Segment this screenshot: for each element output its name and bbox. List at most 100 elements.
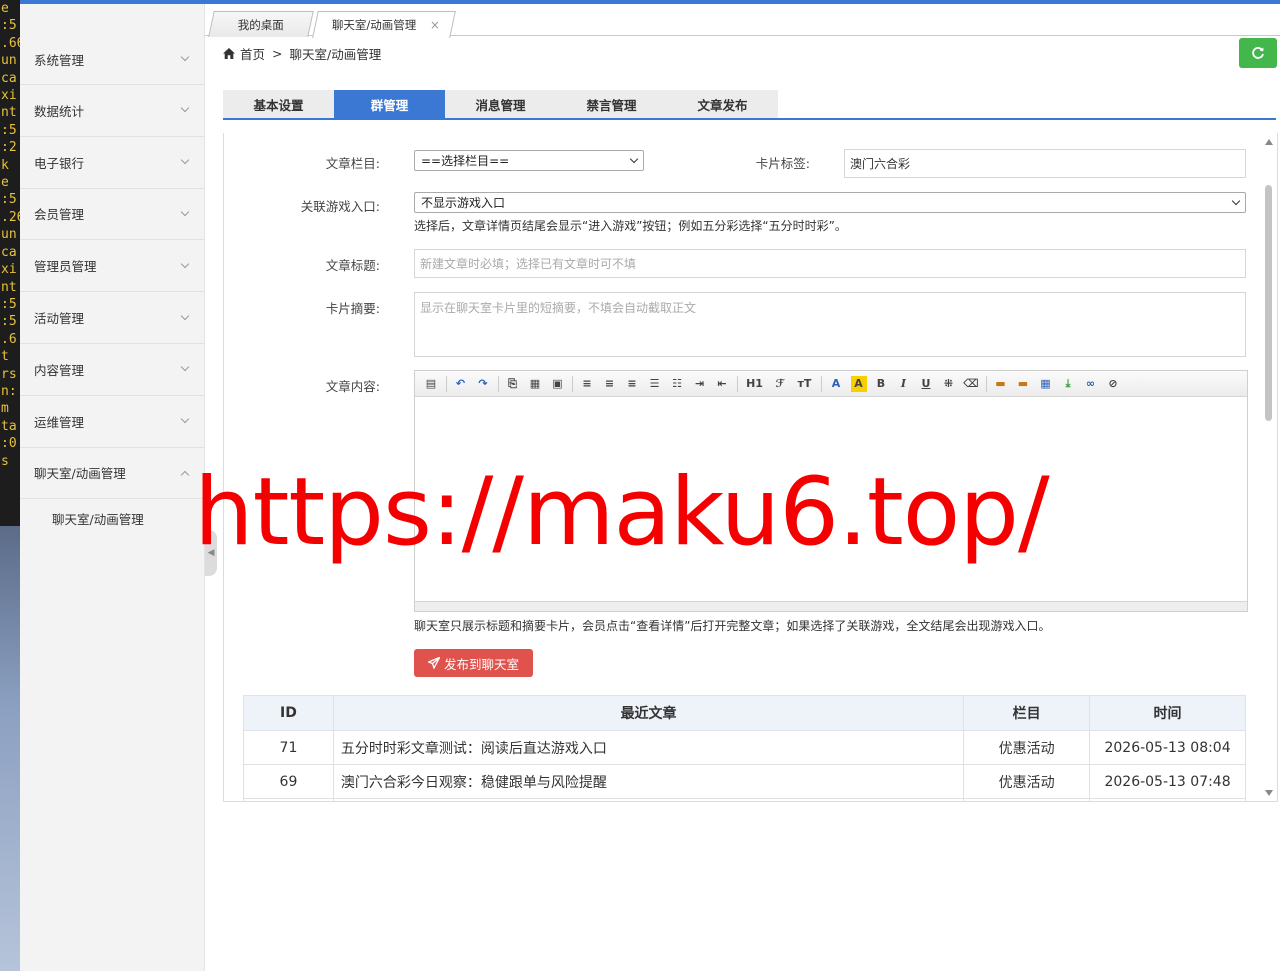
table-row[interactable] xyxy=(243,798,1246,801)
ordered-list-icon[interactable]: ☰ xyxy=(647,376,663,392)
chevron-down-icon xyxy=(629,154,639,163)
game-entry-label: 关联游戏入口: xyxy=(300,199,380,214)
scrollbar[interactable] xyxy=(1261,133,1277,801)
cell-title: 五分时时彩文章测试：阅读后直达游戏入口 xyxy=(332,730,965,765)
terminal-line: .26 xyxy=(1,209,20,225)
preview-icon[interactable]: ⎘ xyxy=(505,376,521,392)
bold-icon[interactable]: B xyxy=(873,376,889,392)
chevron-down-icon xyxy=(180,155,190,165)
tab-basic-settings[interactable]: 基本设置 xyxy=(223,90,334,118)
tab-message-management[interactable]: 消息管理 xyxy=(445,90,556,118)
clear-format-icon[interactable]: ⌫ xyxy=(963,376,979,392)
heading-icon[interactable]: H1 xyxy=(744,376,766,392)
sidebar-item-ops[interactable]: 运维管理 xyxy=(20,396,204,448)
terminal-line: ca xyxy=(1,70,17,86)
terminal-line: ca xyxy=(1,244,17,260)
sidebar-item-statistics[interactable]: 数据统计 xyxy=(20,85,204,137)
sidebar-item-activities[interactable]: 活动管理 xyxy=(20,292,204,344)
desktop-background xyxy=(0,526,20,971)
table-row[interactable]: 71 五分时时彩文章测试：阅读后直达游戏入口 优惠活动 2026-05-13 0… xyxy=(243,730,1246,765)
terminal-line: xi xyxy=(1,88,17,104)
editor-resize-bar[interactable] xyxy=(415,601,1247,611)
sidebar-item-members[interactable]: 会员管理 xyxy=(20,189,204,241)
redo-icon[interactable]: ↷ xyxy=(475,376,491,392)
align-right-icon[interactable]: ≡ xyxy=(624,376,640,392)
terminal-line: e xyxy=(1,175,9,191)
align-left-icon[interactable]: ≡ xyxy=(579,376,595,392)
toolbar-divider xyxy=(572,375,573,392)
scroll-down-arrow-icon[interactable] xyxy=(1265,790,1273,796)
insert-image-icon[interactable]: ▬ xyxy=(993,376,1009,392)
chevron-down-icon xyxy=(180,363,190,372)
sidebar-item-system[interactable]: 系统管理 xyxy=(20,4,204,85)
section-tabs: 基本设置 群管理 消息管理 禁言管理 文章发布 xyxy=(223,90,1276,120)
background-terminal: e:5.66uncaxint:5:2ke:5.26uncaxint:5:5.6t… xyxy=(0,0,20,526)
breadcrumb-home[interactable]: 首页 xyxy=(240,44,265,63)
table-row[interactable]: 69 澳门六合彩今日观察：稳健跟单与风险提醒 优惠活动 2026-05-13 0… xyxy=(243,764,1246,799)
tab-mute-management[interactable]: 禁言管理 xyxy=(556,90,667,118)
sidebar-subitem-chatroom[interactable]: 聊天室/动画管理 xyxy=(20,499,204,537)
scroll-up-arrow-icon[interactable] xyxy=(1265,139,1273,145)
terminal-line: t xyxy=(1,349,9,365)
toolbar-divider xyxy=(445,375,447,392)
insert-media-icon[interactable]: ▬ xyxy=(1015,376,1031,392)
unordered-list-icon[interactable]: ☷ xyxy=(669,376,685,392)
game-entry-select[interactable]: 不显示游戏入口 xyxy=(414,192,1246,213)
sidebar-item-label: 数据统计 xyxy=(34,103,85,119)
content-label: 文章内容: xyxy=(325,379,380,394)
indent-icon[interactable]: ⇥ xyxy=(692,376,708,392)
refresh-button[interactable] xyxy=(1239,38,1277,68)
font-size-icon[interactable]: тT xyxy=(795,376,815,392)
publish-button[interactable]: 发布到聊天室 xyxy=(414,649,533,677)
insert-table-icon[interactable]: ▦ xyxy=(1038,376,1054,392)
sidebar-item-ebank[interactable]: 电子银行 xyxy=(20,137,204,189)
terminal-line: ta xyxy=(1,418,17,434)
underline-icon[interactable]: U xyxy=(918,376,934,392)
terminal-line: nt xyxy=(1,105,17,121)
unlink-icon[interactable]: ⊘ xyxy=(1105,376,1121,392)
paste-text-icon[interactable]: ▣ xyxy=(550,376,566,392)
close-icon[interactable]: × xyxy=(430,18,440,32)
card-tag-input[interactable]: 澳门六合彩 xyxy=(844,149,1246,178)
category-select[interactable]: ==选择栏目== xyxy=(414,150,644,171)
toolbar-divider xyxy=(736,375,738,392)
sidebar: 系统管理 数据统计 电子银行 会员管理 管理员管理 活动管理 内容管理 运维管理… xyxy=(20,4,205,971)
highlight-color-icon[interactable]: A xyxy=(850,375,867,392)
terminal-line: :2 xyxy=(1,140,17,156)
align-center-icon[interactable]: ≡ xyxy=(602,376,618,392)
source-code-icon[interactable]: ▤ xyxy=(423,376,439,392)
column-header-title: 最近文章 xyxy=(332,695,965,731)
paste-icon[interactable]: ▦ xyxy=(527,376,543,392)
link-icon[interactable]: ∞ xyxy=(1083,376,1099,392)
chevron-down-icon xyxy=(180,207,190,217)
sidebar-item-label: 电子银行 xyxy=(34,155,85,171)
cell-category: 优惠活动 xyxy=(963,764,1091,799)
watermark-text: https://maku6.top/ xyxy=(194,458,1050,567)
outdent-icon[interactable]: ⇤ xyxy=(714,376,730,392)
chevron-down-icon xyxy=(1231,196,1241,205)
send-icon xyxy=(427,657,440,669)
font-color-icon[interactable]: A xyxy=(828,376,844,392)
chevron-down-icon xyxy=(180,259,190,269)
undo-icon[interactable]: ↶ xyxy=(453,376,469,392)
tab-article-publish[interactable]: 文章发布 xyxy=(667,90,778,118)
tab-group-management[interactable]: 群管理 xyxy=(334,90,445,118)
italic-icon[interactable]: I xyxy=(896,376,912,392)
title-input[interactable]: 新建文章时必填；选择已有文章时可不填 xyxy=(414,249,1246,278)
font-family-icon[interactable]: ℱ xyxy=(772,376,788,392)
column-header-time: 时间 xyxy=(1089,695,1246,731)
terminal-line: :5 xyxy=(1,192,17,208)
scrollbar-thumb[interactable] xyxy=(1265,185,1272,421)
insert-line-icon[interactable]: ⤓ xyxy=(1060,376,1076,392)
summary-label: 卡片摘要: xyxy=(325,301,380,316)
sidebar-item-admins[interactable]: 管理员管理 xyxy=(20,240,204,293)
sidebar-item-label: 系统管理 xyxy=(34,52,85,68)
sidebar-item-chatroom[interactable]: 聊天室/动画管理 xyxy=(20,448,204,500)
sidebar-item-content[interactable]: 内容管理 xyxy=(20,344,204,396)
tab-my-desktop[interactable]: 我的桌面 xyxy=(208,11,314,37)
terminal-line: :0 xyxy=(1,436,17,452)
terminal-line: m xyxy=(1,401,9,417)
summary-textarea[interactable]: 显示在聊天室卡片里的短摘要，不填会自动截取正文 xyxy=(414,292,1246,357)
strikethrough-icon[interactable]: ⁜ xyxy=(941,376,957,392)
tab-chatroom[interactable]: 聊天室/动画管理 × xyxy=(312,11,456,38)
